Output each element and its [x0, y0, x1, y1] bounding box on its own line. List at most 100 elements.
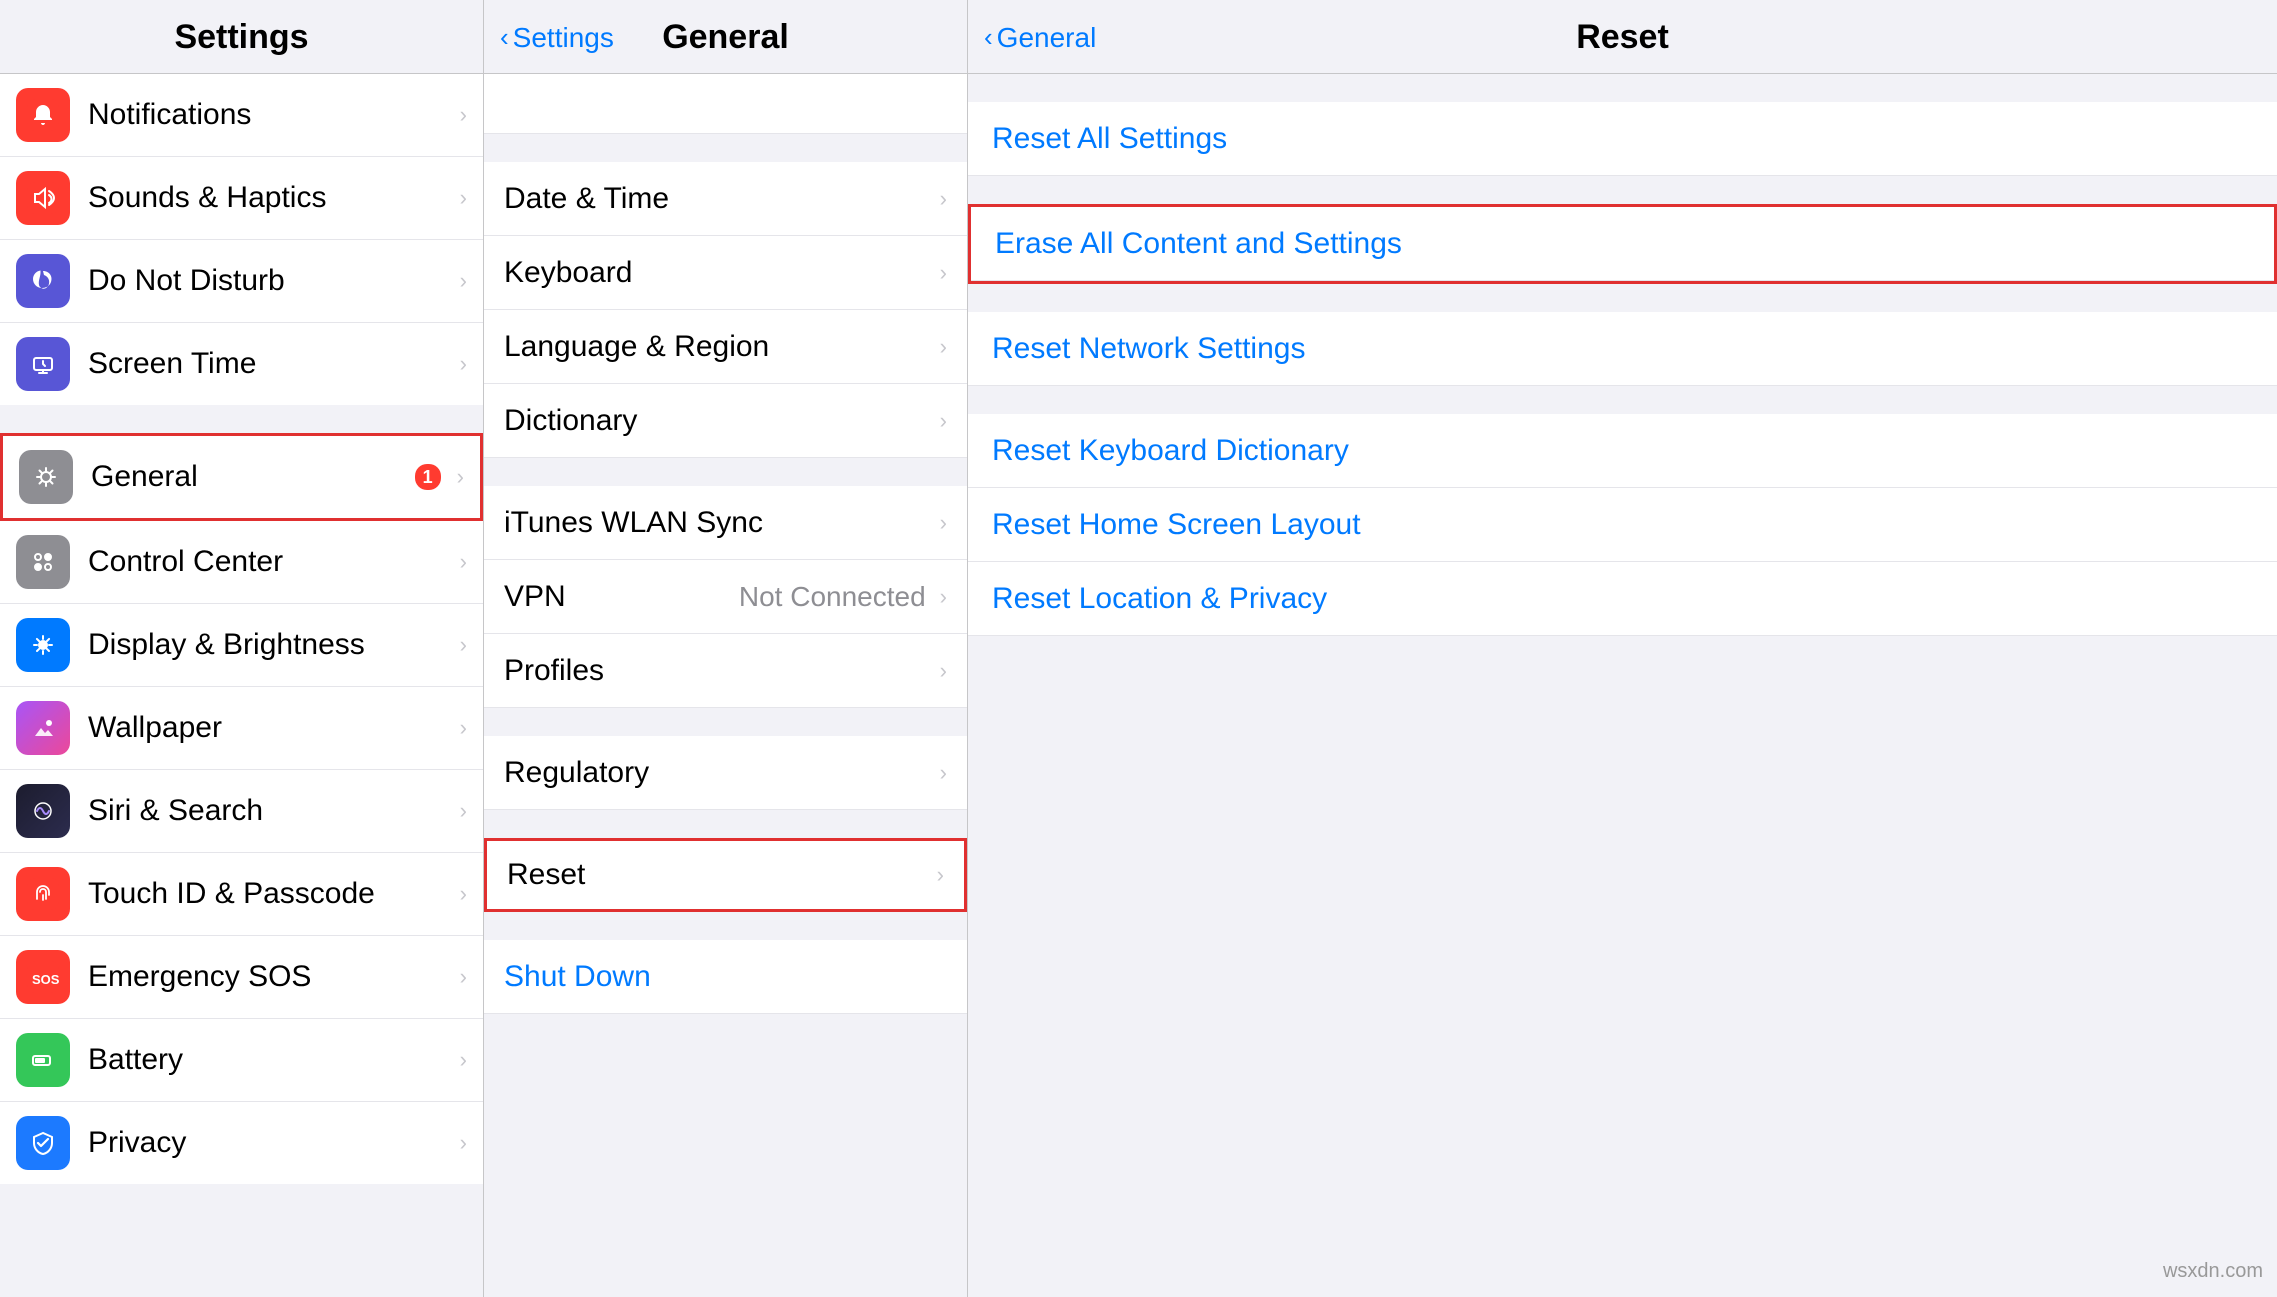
regulatory-chevron: › — [940, 760, 947, 786]
reset-homescreen-label: Reset Home Screen Layout — [992, 508, 1361, 542]
emergencysos-icon: SOS — [16, 950, 70, 1004]
dictionary-label: Dictionary — [504, 404, 934, 438]
general-item-ituneswlan[interactable]: iTunes WLAN Sync › — [484, 486, 967, 560]
settings-item-general[interactable]: General 1 › — [0, 433, 483, 521]
reset-back-label: General — [997, 22, 1097, 54]
general-item-shutdown[interactable]: Shut Down — [484, 940, 967, 1014]
touchid-icon — [16, 867, 70, 921]
settings-header: Settings — [0, 0, 483, 74]
settings-item-siri[interactable]: Siri & Search › — [0, 770, 483, 853]
ituneswlan-label: iTunes WLAN Sync — [504, 506, 934, 540]
general-item-datetime[interactable]: Date & Time › — [484, 162, 967, 236]
notifications-label: Notifications — [88, 98, 454, 132]
general-item-keyboard[interactable]: Keyboard › — [484, 236, 967, 310]
settings-item-battery[interactable]: Battery › — [0, 1019, 483, 1102]
general-section-2: iTunes WLAN Sync › VPN Not Connected › P… — [484, 486, 967, 708]
watermark: wsxdn.com — [2163, 1260, 2263, 1283]
controlcenter-chevron: › — [460, 549, 467, 575]
donotdisturb-label: Do Not Disturb — [88, 264, 454, 298]
displaybrightness-label: Display & Brightness — [88, 628, 454, 662]
general-item-reset[interactable]: Reset › — [484, 838, 967, 912]
settings-item-touchid[interactable]: Touch ID & Passcode › — [0, 853, 483, 936]
settings-item-controlcenter[interactable]: Control Center › — [0, 521, 483, 604]
ituneswlan-chevron: › — [940, 510, 947, 536]
reset-section-2: Reset Network Settings — [968, 312, 2277, 386]
privacy-icon — [16, 1116, 70, 1170]
sounds-chevron: › — [460, 185, 467, 211]
siri-icon — [16, 784, 70, 838]
general-label: General — [91, 460, 415, 494]
siri-chevron: › — [460, 798, 467, 824]
general-icon — [19, 450, 73, 504]
reset-header: ‹ General Reset — [968, 0, 2277, 74]
general-item-profiles[interactable]: Profiles › — [484, 634, 967, 708]
reset-all-settings-label: Reset All Settings — [992, 122, 1227, 156]
general-back-button[interactable]: ‹ Settings — [500, 22, 614, 54]
reset-section-1: Reset All Settings — [968, 102, 2277, 176]
reset-divider-4 — [968, 636, 2277, 664]
vpn-value: Not Connected — [739, 581, 926, 613]
language-chevron: › — [940, 334, 947, 360]
general-item-dictionary[interactable]: Dictionary › — [484, 384, 967, 458]
vpn-label: VPN — [504, 580, 739, 614]
settings-item-notifications[interactable]: Notifications › — [0, 74, 483, 157]
settings-item-privacy[interactable]: Privacy › — [0, 1102, 483, 1184]
general-item-regulatory[interactable]: Regulatory › — [484, 736, 967, 810]
settings-item-donotdisturb[interactable]: Do Not Disturb › — [0, 240, 483, 323]
general-partial-top — [484, 74, 967, 134]
reset-column: ‹ General Reset Reset All Settings Erase… — [968, 0, 2277, 1297]
controlcenter-icon — [16, 535, 70, 589]
keyboard-label: Keyboard — [504, 256, 934, 290]
settings-item-sounds[interactable]: Sounds & Haptics › — [0, 157, 483, 240]
general-divider-3 — [484, 810, 967, 838]
settings-section-2: General 1 › Control Center › Display & B… — [0, 433, 483, 1184]
reset-item-location[interactable]: Reset Location & Privacy — [968, 562, 2277, 636]
reset-item-homescreen[interactable]: Reset Home Screen Layout — [968, 488, 2277, 562]
settings-item-wallpaper[interactable]: Wallpaper › — [0, 687, 483, 770]
reset-divider-2 — [968, 284, 2277, 312]
general-divider-1 — [484, 458, 967, 486]
reset-section-erase: Erase All Content and Settings — [968, 204, 2277, 284]
reset-item-keyboard[interactable]: Reset Keyboard Dictionary — [968, 414, 2277, 488]
divider-1 — [0, 405, 483, 433]
reset-keyboard-label: Reset Keyboard Dictionary — [992, 434, 1349, 468]
reset-back-chevron-icon: ‹ — [984, 22, 993, 53]
reset-chevron: › — [937, 862, 944, 888]
general-item-language[interactable]: Language & Region › — [484, 310, 967, 384]
general-section-3: Regulatory › — [484, 736, 967, 810]
settings-section-1: Notifications › Sounds & Haptics › Do No… — [0, 74, 483, 405]
general-section-shutdown: Shut Down — [484, 940, 967, 1014]
reset-back-button[interactable]: ‹ General — [984, 22, 1096, 54]
settings-item-screentime[interactable]: Screen Time › — [0, 323, 483, 405]
datetime-chevron: › — [940, 186, 947, 212]
controlcenter-label: Control Center — [88, 545, 454, 579]
displaybrightness-chevron: › — [460, 632, 467, 658]
wallpaper-icon — [16, 701, 70, 755]
datetime-label: Date & Time — [504, 182, 934, 216]
reset-location-label: Reset Location & Privacy — [992, 582, 1327, 616]
general-title: General — [662, 18, 789, 57]
reset-item-all-settings[interactable]: Reset All Settings — [968, 102, 2277, 176]
general-item-vpn[interactable]: VPN Not Connected › — [484, 560, 967, 634]
notifications-chevron: › — [460, 102, 467, 128]
wallpaper-label: Wallpaper — [88, 711, 454, 745]
touchid-chevron: › — [460, 881, 467, 907]
keyboard-chevron: › — [940, 260, 947, 286]
screentime-chevron: › — [460, 351, 467, 377]
reset-divider-0 — [968, 74, 2277, 102]
screentime-label: Screen Time — [88, 347, 454, 381]
wallpaper-chevron: › — [460, 715, 467, 741]
settings-item-displaybrightness[interactable]: Display & Brightness › — [0, 604, 483, 687]
settings-column: Settings Notifications › Sounds & Haptic… — [0, 0, 484, 1297]
dictionary-chevron: › — [940, 408, 947, 434]
general-divider-0 — [484, 134, 967, 162]
reset-divider-1 — [968, 176, 2277, 204]
settings-item-emergencysos[interactable]: SOS Emergency SOS › — [0, 936, 483, 1019]
emergencysos-chevron: › — [460, 964, 467, 990]
reset-network-label: Reset Network Settings — [992, 332, 1305, 366]
reset-item-erase-all[interactable]: Erase All Content and Settings — [971, 207, 2274, 281]
general-header: ‹ Settings General — [484, 0, 967, 74]
battery-label: Battery — [88, 1043, 454, 1077]
donotdisturb-icon — [16, 254, 70, 308]
reset-item-network[interactable]: Reset Network Settings — [968, 312, 2277, 386]
